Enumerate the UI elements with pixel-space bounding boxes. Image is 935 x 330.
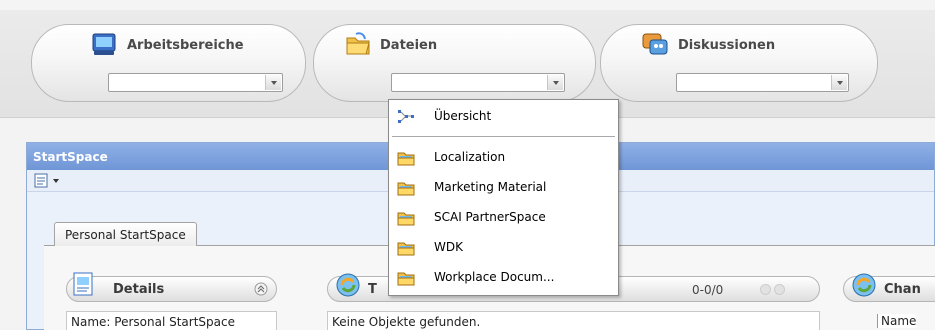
files-label: Dateien [380,38,438,53]
menu-item-folder[interactable]: WDK [389,235,618,261]
chevron-down-icon[interactable] [831,75,847,90]
sitemap-icon [398,110,414,123]
tasks-title: T [368,282,377,297]
menu-item-label: SCAI PartnerSpace [434,210,546,224]
tab-personal-startspace[interactable]: Personal StartSpace [54,222,197,246]
menu-item-label: Übersicht [434,109,492,123]
tasks-empty-message: Keine Objekte gefunden. [327,311,820,330]
refresh-icon [336,273,360,297]
folder-open-icon [346,32,370,55]
collapse-icon[interactable] [254,282,268,296]
files-dropdown-menu: Übersicht Localization Marketing Materia… [388,99,619,296]
details-title: Details [113,282,165,297]
folder-icon [397,212,415,226]
menu-item-overview[interactable]: Übersicht [389,104,618,130]
details-body: Name: Personal StartSpace [66,311,277,330]
changes-portlet-header: Chan [843,273,935,302]
folder-icon [397,182,415,196]
workspaces-label: Arbeitsbereiche [127,38,244,53]
workspace-icon [92,33,116,55]
discussions-label: Diskussionen [678,38,776,53]
chevron-down-icon[interactable] [53,179,59,183]
chevron-down-icon[interactable] [265,75,281,90]
menu-item-label: Marketing Material [434,180,547,194]
menu-item-label: Localization [434,150,506,164]
discussions-select[interactable] [676,73,849,92]
pagination-count: 0-0/0 [692,283,724,297]
next-page-icon[interactable] [774,284,785,295]
files-nav-pill[interactable]: Dateien [313,24,596,102]
changes-body: Name [843,311,935,330]
details-portlet-header: Details [66,272,277,302]
page-menu-icon[interactable] [34,173,50,188]
menu-item-label: Workplace Docum... [434,270,555,284]
menu-item-folder[interactable]: SCAI PartnerSpace [389,205,618,231]
changes-title: Chan [884,282,921,297]
menu-item-folder[interactable]: Marketing Material [389,175,618,201]
folder-icon [397,242,415,256]
prev-page-icon[interactable] [760,284,771,295]
menu-divider [392,136,615,137]
discussion-icon [642,33,668,55]
menu-item-folder[interactable]: Localization [389,145,618,171]
column-header-name[interactable]: Name [877,314,917,328]
details-icon [73,272,93,296]
discussions-nav-pill[interactable]: Diskussionen [600,24,878,102]
menu-item-folder[interactable]: Workplace Docum... [389,265,618,291]
workspaces-nav-pill[interactable]: Arbeitsbereiche [31,24,306,102]
chevron-down-icon[interactable] [547,75,563,90]
folder-icon [397,152,415,166]
files-select[interactable] [391,73,565,92]
folder-icon [397,272,415,286]
workspaces-select[interactable] [108,73,283,92]
menu-item-label: WDK [434,240,463,254]
refresh-icon [852,273,876,297]
